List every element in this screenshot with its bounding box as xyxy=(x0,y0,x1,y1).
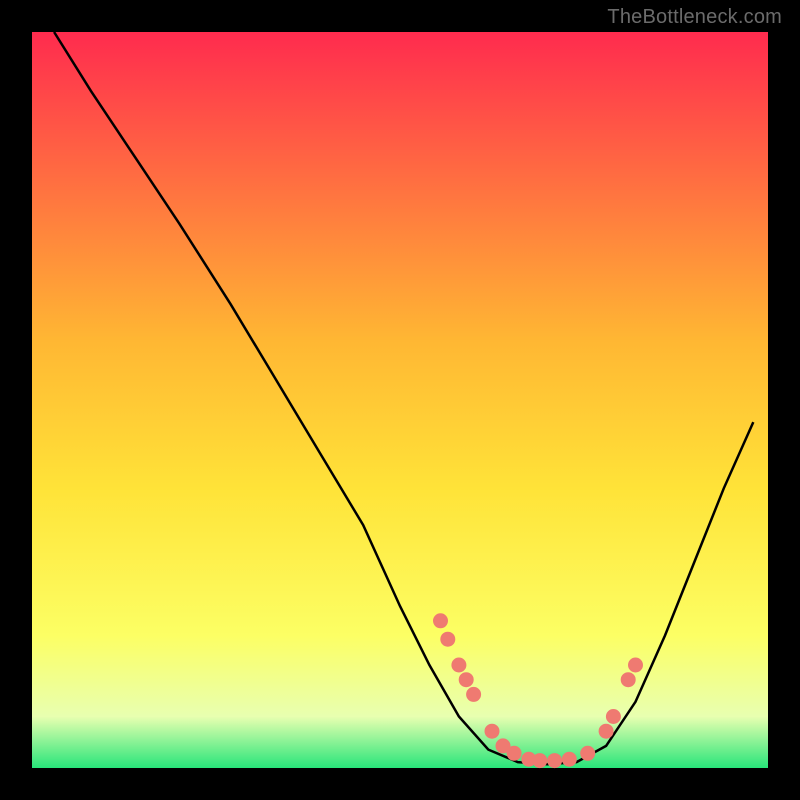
data-dot xyxy=(467,687,481,701)
data-dot xyxy=(548,754,562,768)
gradient-background xyxy=(32,32,768,768)
data-dot xyxy=(452,658,466,672)
plot-area xyxy=(32,32,768,768)
data-dot xyxy=(533,754,547,768)
chart-stage: TheBottleneck.com xyxy=(0,0,800,800)
data-dot xyxy=(507,746,521,760)
data-dot xyxy=(581,746,595,760)
data-dot xyxy=(434,614,448,628)
data-dot xyxy=(562,752,576,766)
data-dot xyxy=(621,673,635,687)
chart-svg xyxy=(32,32,768,768)
data-dot xyxy=(629,658,643,672)
data-dot xyxy=(441,632,455,646)
data-dot xyxy=(606,710,620,724)
data-dot xyxy=(459,673,473,687)
data-dot xyxy=(485,724,499,738)
data-dot xyxy=(599,724,613,738)
watermark-text: TheBottleneck.com xyxy=(607,6,782,29)
